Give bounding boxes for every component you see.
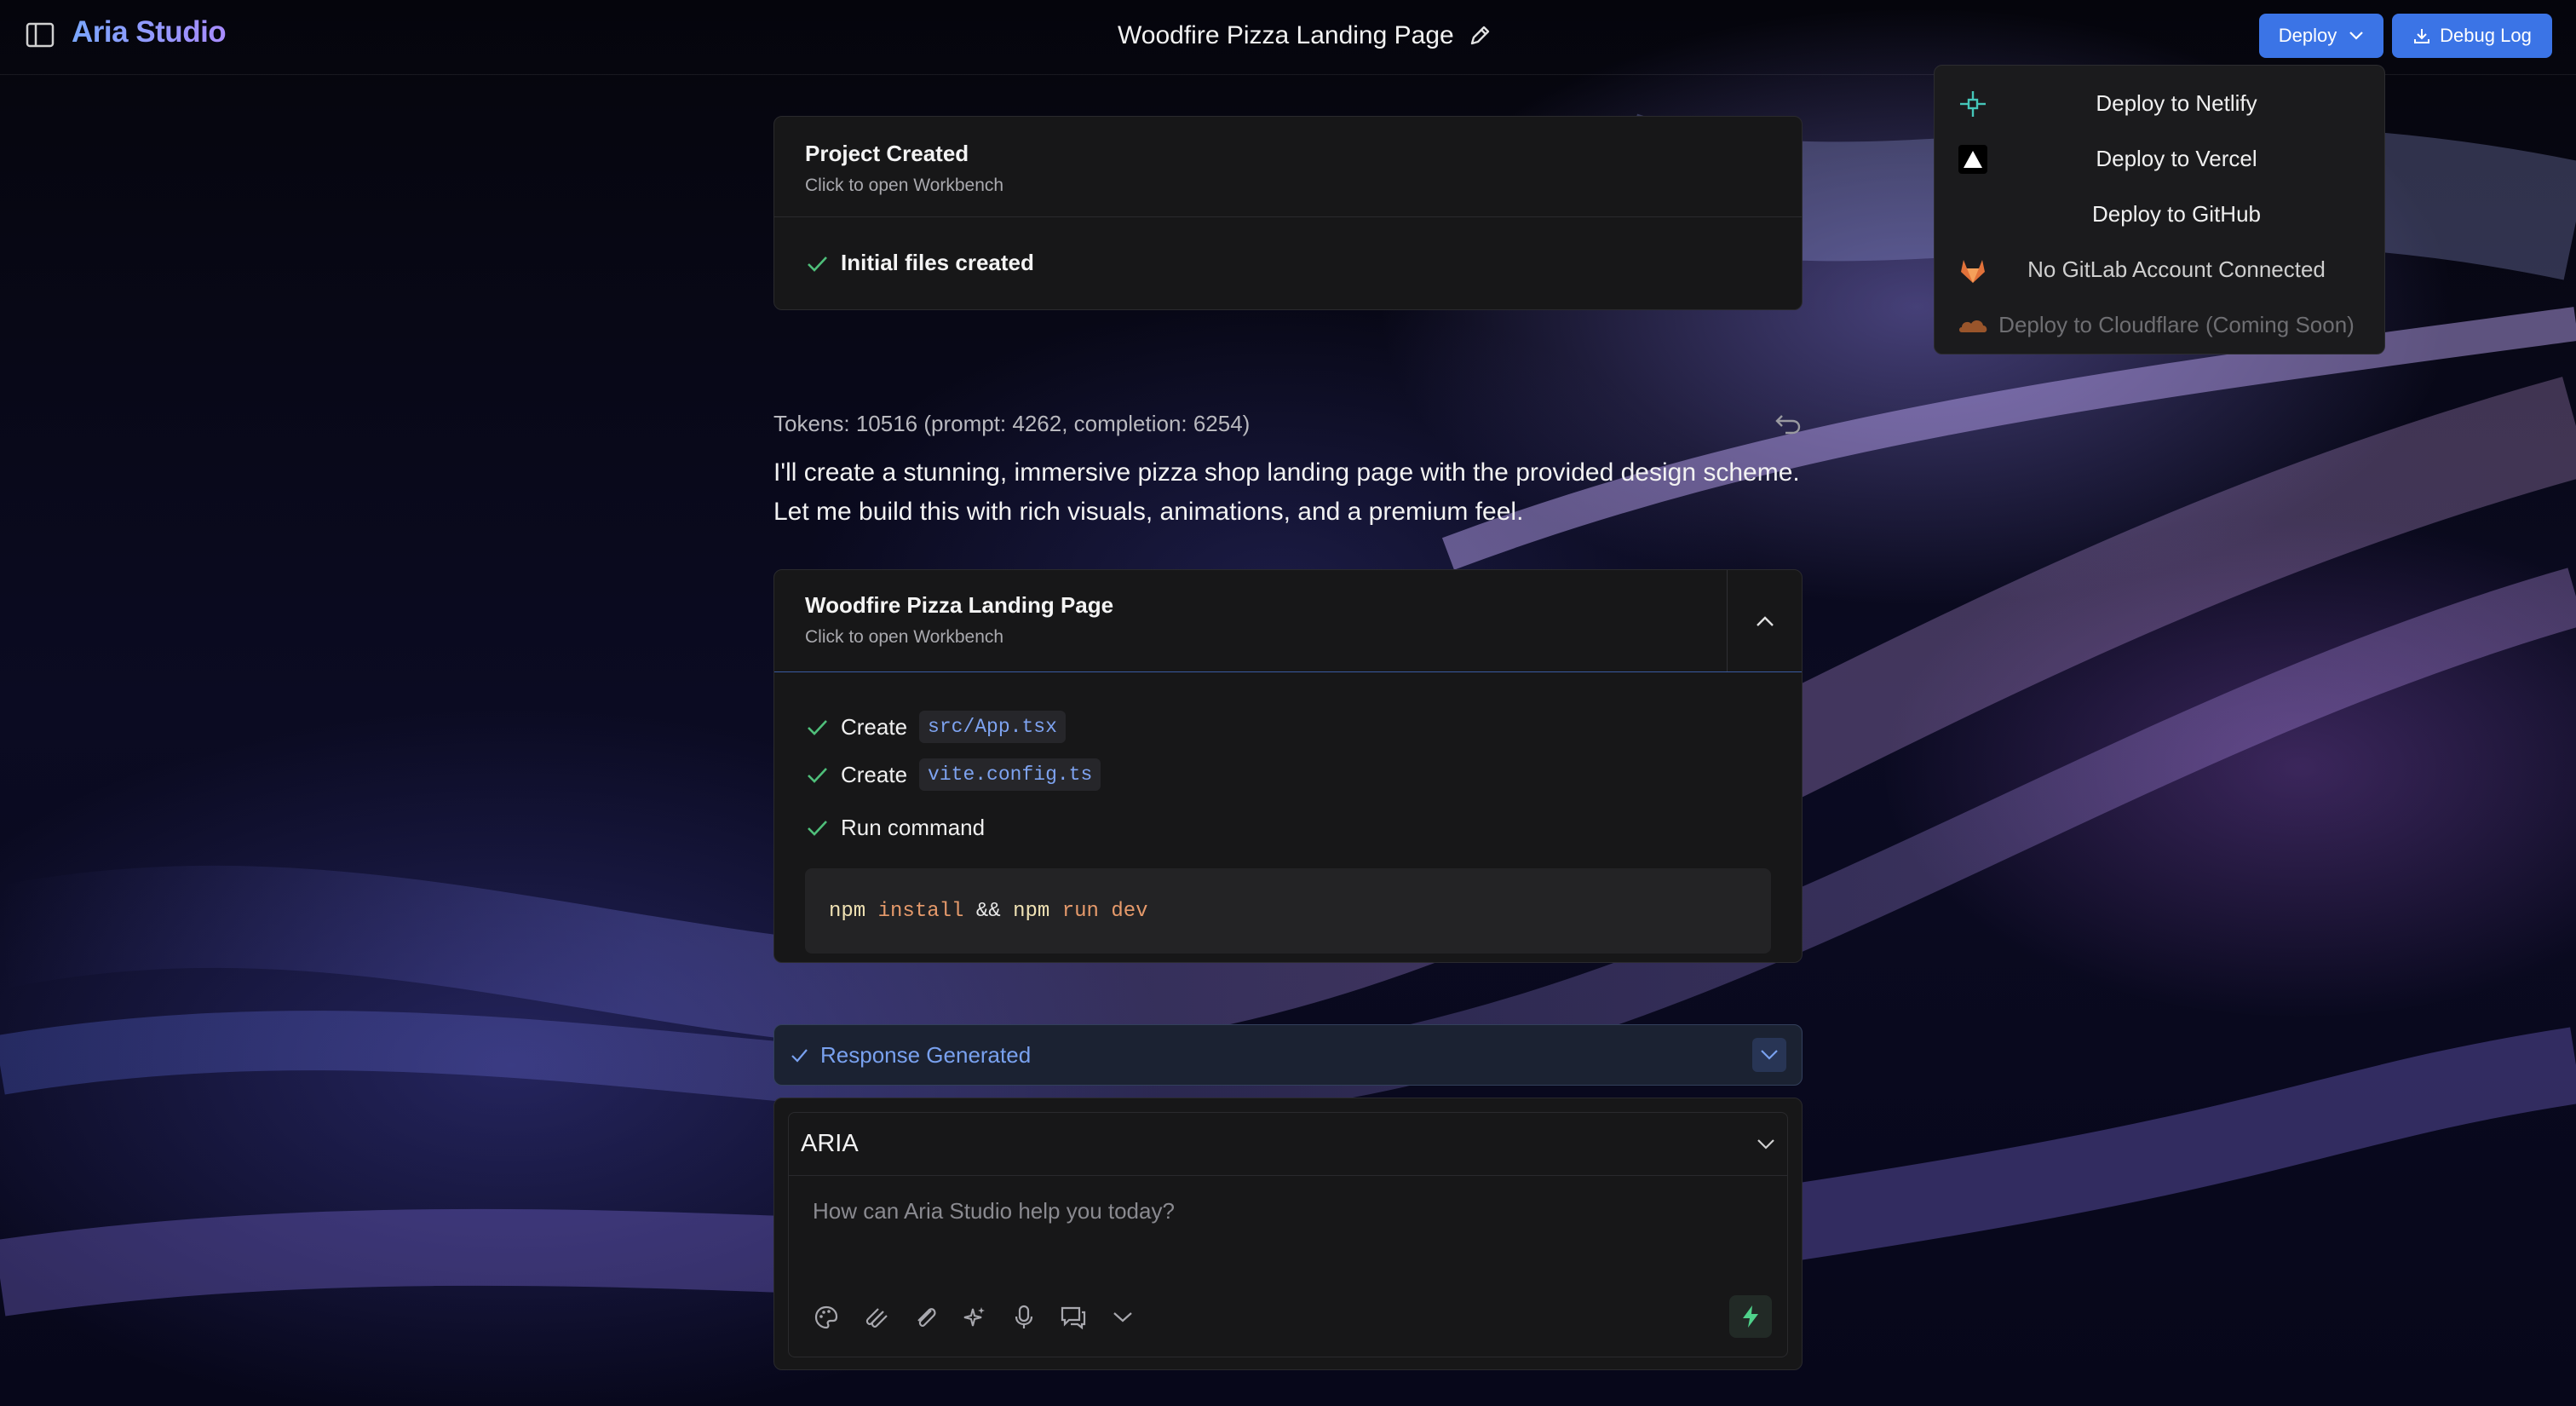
action-item: Create src/App.tsx — [805, 703, 1771, 751]
chevron-up-icon — [1756, 615, 1774, 626]
response-status-label: Response Generated — [820, 1041, 1032, 1068]
deploy-cloudflare-item: Deploy to Cloudflare (Coming Soon) — [1935, 297, 2384, 353]
artifact-header: Woodfire Pizza Landing Page Click to ope… — [774, 570, 1802, 672]
artifact-title: Woodfire Pizza Landing Page — [805, 592, 1114, 618]
microphone-icon[interactable] — [1007, 1300, 1041, 1334]
check-icon — [808, 720, 827, 735]
project-created-status: Initial files created — [774, 217, 1802, 308]
chevron-down-icon — [1757, 1138, 1774, 1150]
action-item: Create vite.config.ts — [805, 751, 1771, 798]
app-logo[interactable]: Aria Studio — [72, 15, 227, 49]
command-token: npm — [829, 899, 866, 923]
deploy-vercel-label: Deploy to Vercel — [2096, 146, 2257, 171]
model-name: ARIA — [801, 1130, 859, 1157]
deploy-github-label: Deploy to GitHub — [2092, 201, 2261, 227]
command-token: run — [1061, 899, 1099, 923]
gitlab-icon — [1957, 254, 1989, 286]
netlify-icon — [1957, 88, 1989, 120]
project-created-subtitle: Click to open Workbench — [805, 176, 1004, 195]
command-token: dev — [1111, 899, 1148, 923]
response-generated-bar[interactable]: Response Generated — [773, 1024, 1803, 1086]
prompt-input[interactable] — [789, 1176, 1787, 1287]
action-verb: Run command — [841, 814, 986, 840]
file-path-chip[interactable]: vite.config.ts — [919, 758, 1101, 791]
assistant-message: I'll create a stunning, immersive pizza … — [773, 458, 1800, 526]
command-token: install — [877, 899, 964, 923]
gitlab-label: No GitLab Account Connected — [2027, 256, 2326, 282]
command-token: npm — [1013, 899, 1050, 923]
command-token: && — [975, 899, 1001, 923]
command-block: npm install && npm run dev — [805, 868, 1771, 954]
deploy-github-item[interactable]: Deploy to GitHub — [1935, 187, 2384, 242]
discussion-icon[interactable] — [1056, 1300, 1090, 1334]
deploy-netlify-label: Deploy to Netlify — [2096, 90, 2257, 116]
action-item: Run command — [805, 804, 1771, 851]
project-title-area: Woodfire Pizza Landing Page — [1118, 17, 1492, 55]
project-created-header[interactable]: Project Created Click to open Workbench — [774, 117, 1802, 217]
debug-log-button[interactable]: Debug Log — [2392, 14, 2552, 58]
token-usage: Tokens: 10516 (prompt: 4262, completion:… — [773, 411, 1251, 436]
deploy-button[interactable]: Deploy — [2259, 14, 2383, 58]
paperclip-icon[interactable] — [908, 1300, 942, 1334]
send-button[interactable] — [1729, 1295, 1772, 1338]
chevron-down-icon — [2349, 32, 2364, 40]
check-icon — [808, 768, 827, 783]
check-icon — [808, 821, 827, 836]
undo-icon[interactable] — [1774, 411, 1803, 438]
debug-log-label: Debug Log — [2440, 25, 2532, 46]
vercel-icon — [1957, 143, 1989, 176]
gitlab-item[interactable]: No GitLab Account Connected — [1935, 242, 2384, 297]
action-verb: Create — [841, 713, 908, 740]
deploy-netlify-item[interactable]: Deploy to Netlify — [1935, 76, 2384, 131]
artifact-subtitle: Click to open Workbench — [805, 627, 1004, 647]
check-icon — [791, 1049, 808, 1063]
collapse-button[interactable] — [1727, 570, 1802, 671]
deploy-button-label: Deploy — [2278, 25, 2337, 46]
cloudflare-icon — [1957, 309, 1989, 342]
chevron-down-icon — [1761, 1050, 1778, 1060]
project-title: Woodfire Pizza Landing Page — [1118, 21, 1454, 49]
deploy-cloudflare-label: Deploy to Cloudflare (Coming Soon) — [1998, 312, 2355, 337]
prompt-area — [788, 1175, 1788, 1357]
download-icon — [2414, 29, 2430, 43]
sidebar-toggle-icon[interactable] — [26, 22, 55, 48]
file-path-chip[interactable]: src/App.tsx — [919, 711, 1066, 743]
top-bar: Aria Studio Woodfire Pizza Landing Page … — [0, 0, 2576, 75]
deploy-vercel-item[interactable]: Deploy to Vercel — [1935, 131, 2384, 187]
sparkle-icon[interactable] — [957, 1300, 992, 1334]
chevron-down-icon[interactable] — [1106, 1300, 1140, 1334]
action-verb: Create — [841, 761, 908, 787]
pencil-icon[interactable] — [1468, 24, 1492, 48]
artifact-actions: Create src/App.tsx Create vite.config.ts… — [774, 672, 1802, 954]
deploy-menu: Deploy to Netlify Deploy to Vercel Deplo… — [1934, 65, 2385, 354]
expand-button[interactable] — [1752, 1038, 1786, 1072]
lightning-icon — [1743, 1305, 1758, 1328]
project-created-card: Project Created Click to open Workbench … — [773, 116, 1803, 310]
artifact-card: Woodfire Pizza Landing Page Click to ope… — [773, 569, 1803, 963]
project-created-title: Project Created — [805, 141, 969, 166]
check-icon — [808, 256, 827, 272]
model-selector[interactable]: ARIA — [788, 1112, 1788, 1175]
composer-toolbar — [809, 1300, 1140, 1334]
palette-icon[interactable] — [809, 1300, 843, 1334]
artifact-open-workbench[interactable]: Woodfire Pizza Landing Page Click to ope… — [774, 570, 1727, 671]
attach-multiple-icon[interactable] — [859, 1300, 893, 1334]
initial-files-status: Initial files created — [841, 250, 1034, 275]
chat-composer: ARIA — [773, 1098, 1803, 1370]
